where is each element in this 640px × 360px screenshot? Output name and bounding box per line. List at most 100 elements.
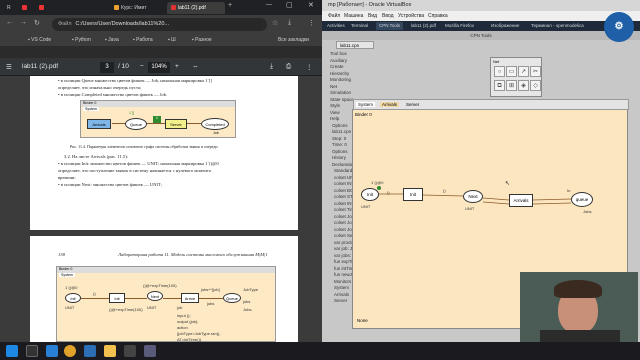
guest-tab[interactable]: Терминал - openmodelica: [528, 22, 587, 30]
vscode-icon[interactable]: [46, 345, 58, 357]
aux-icon[interactable]: ◇: [530, 80, 541, 91]
new-place-icon[interactable]: ○: [494, 66, 505, 77]
download-pdf-icon[interactable]: ⤓: [270, 63, 273, 71]
guest-tab[interactable]: lab11 (2).pdf: [408, 22, 439, 30]
zoom-out-icon[interactable]: −: [140, 63, 144, 70]
pdf-page-2: 138 Лабораторная работа 11. Модель систе…: [30, 236, 298, 342]
figure-binder-label: Binder 0: [81, 101, 235, 107]
p2-label: ()@+expTime(100): [109, 307, 143, 312]
menu-help[interactable]: Справка: [428, 13, 448, 19]
bookmark-misc[interactable]: ▪ Разное: [192, 37, 212, 43]
virtualbox-icon[interactable]: [84, 345, 96, 357]
tab-course[interactable]: Курс: Имит: [110, 2, 166, 14]
page-total: / 10: [118, 63, 129, 70]
guest-tab[interactable]: CPN Tools: [376, 22, 404, 30]
new-transition-icon[interactable]: ▭: [506, 66, 517, 77]
new-tab-button[interactable]: +: [228, 2, 232, 9]
youtube-icon: [22, 5, 27, 10]
p2-arc: [81, 298, 109, 299]
bookmark-label: Все закладки: [278, 37, 309, 43]
bookmark-java[interactable]: ▪ Java: [105, 37, 119, 43]
net-palette: Net ○ ▭ ↗ ✂ ⧉ ⊞ ◈ ◇: [490, 57, 542, 97]
p2-arc: [125, 298, 147, 299]
terminal-icon[interactable]: [124, 345, 136, 357]
chrome-icon[interactable]: [64, 345, 76, 357]
start-icon[interactable]: [6, 345, 18, 357]
person-shirt: [540, 330, 620, 342]
youtube-icon: [39, 5, 44, 10]
fig-server: Server: [165, 119, 187, 129]
tab-arrivals[interactable]: Arrivals: [380, 102, 400, 107]
close-button[interactable]: ✕: [308, 1, 314, 9]
bookmark-work[interactable]: ▪ Работа: [133, 37, 153, 43]
zoom-in-icon[interactable]: +: [175, 63, 179, 70]
p2-arc: [163, 298, 181, 299]
minimize-button[interactable]: —: [266, 2, 272, 8]
page-text: • в позиции Completed множество цветов ф…: [58, 92, 168, 97]
canvas-header: System Arrivals Server: [353, 99, 629, 110]
zoom-input[interactable]: 104%: [148, 62, 170, 73]
forward-icon[interactable]: →: [20, 19, 27, 26]
fig-arc: [147, 123, 165, 124]
page-input[interactable]: 3: [100, 62, 114, 73]
vbox-title: mp [Работает] - Oracle VirtualBox: [322, 0, 640, 11]
address-prefix: Файл: [58, 21, 72, 27]
hamburger-icon[interactable]: ☰: [6, 63, 12, 71]
guest-tab[interactable]: Изображение: [488, 22, 522, 30]
guest-tab[interactable]: Terminal: [348, 22, 371, 30]
new-arc-icon[interactable]: ↗: [518, 66, 529, 77]
page-text: определяет, что поступление заявок в сис…: [58, 168, 211, 173]
tab-system[interactable]: System: [356, 102, 376, 107]
palette-title: Net: [493, 59, 500, 64]
pdf-toolbar: ☰ lab11 (2).pdf 3 / 10 − 104% + ⇔ ⤓ ⎙ ⋮: [0, 58, 322, 76]
more-icon[interactable]: ⋮: [306, 63, 313, 71]
page-text: • в позиции Queue множество цветов фишек…: [58, 78, 212, 83]
menu-machine[interactable]: Машина: [344, 13, 363, 19]
p2-label: output (job);: [177, 319, 199, 324]
cpn-window-title: CPN Tools: [322, 31, 640, 40]
menu-file[interactable]: Файл: [328, 13, 340, 19]
back-icon[interactable]: ←: [6, 19, 13, 26]
address-bar[interactable]: Файл C:/Users/User/Downloads/lab11%20...: [52, 18, 267, 31]
hierarchy-icon[interactable]: ⊞: [506, 80, 517, 91]
menu-view[interactable]: Вид: [368, 13, 377, 19]
search-icon[interactable]: [26, 345, 38, 357]
reload-icon[interactable]: ↻: [34, 19, 40, 27]
p2-init-place: Init: [65, 293, 81, 303]
section-text: 3.2. На листе Arrivals (рис. 11.5):: [64, 154, 129, 159]
tab-server[interactable]: Server: [404, 102, 421, 107]
pdf-strip: [0, 47, 322, 58]
tab-youtube-2[interactable]: [35, 2, 51, 14]
vbox-menubar: Файл Машина Вид Ввод Устройства Справка: [322, 11, 640, 21]
p2-label: 1`()@0: [65, 285, 78, 290]
maximize-button[interactable]: ▢: [286, 1, 293, 9]
p2-queue-place: Queue: [223, 293, 241, 303]
guest-activities[interactable]: Activities: [324, 22, 348, 30]
tab-youtube[interactable]: [18, 2, 34, 14]
p2-label: jobs: [207, 301, 215, 306]
p2-label: input ();: [177, 313, 191, 318]
download-icon[interactable]: ⤓: [288, 19, 291, 27]
all-bookmarks[interactable]: Все закладки: [278, 37, 309, 43]
vbox-title-text: mp [Работает] - Oracle VirtualBox: [328, 2, 412, 8]
clone-icon[interactable]: ⧉: [494, 80, 505, 91]
page-text: времени;: [58, 175, 76, 180]
group-icon[interactable]: ◈: [518, 80, 529, 91]
menu-icon[interactable]: ⋮: [308, 19, 315, 27]
print-icon[interactable]: ⎙: [286, 63, 291, 71]
fit-icon[interactable]: ⇔: [192, 63, 199, 70]
menu-devices[interactable]: Устройства: [398, 13, 424, 19]
explorer-icon[interactable]: [104, 345, 116, 357]
star-icon[interactable]: ☆: [272, 19, 278, 27]
delete-icon[interactable]: ✂: [530, 66, 541, 77]
bookmark-vscode[interactable]: ▪ VS Code: [28, 37, 51, 43]
cpn-binder-tab[interactable]: lab11.cpn: [336, 41, 374, 49]
tab-r[interactable]: R: [3, 2, 17, 14]
tab-pdf[interactable]: lab11 (2).pdf: [167, 2, 225, 14]
store-icon[interactable]: [144, 345, 156, 357]
bookmark-sh[interactable]: ▪ Ш: [168, 37, 176, 43]
menu-input[interactable]: Ввод: [382, 13, 394, 19]
fig-mark: 1`[]: [129, 111, 135, 115]
bookmark-python[interactable]: ▪ Python: [72, 37, 91, 43]
guest-tab[interactable]: Mozilla Firefox: [442, 22, 477, 30]
